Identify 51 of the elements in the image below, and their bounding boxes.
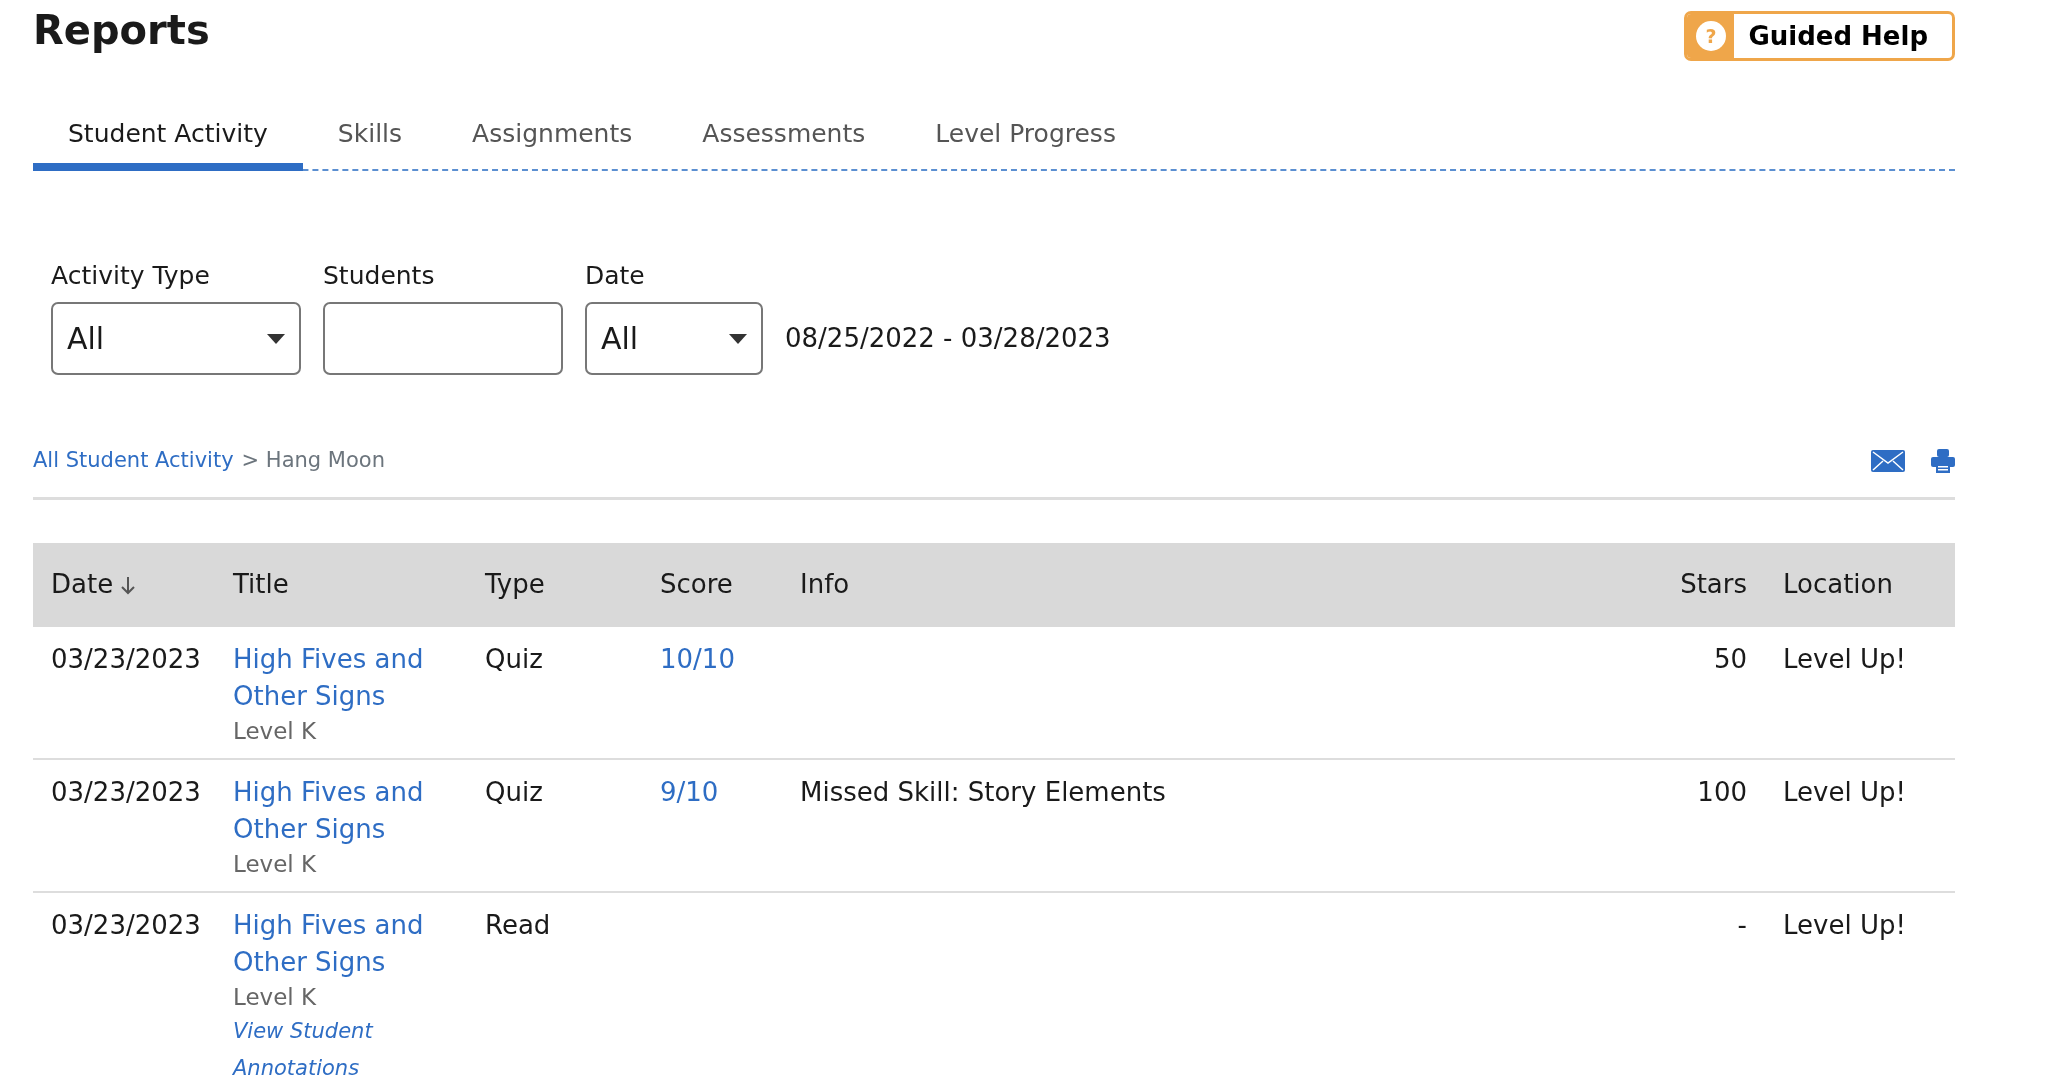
level-text: Level K xyxy=(233,982,318,1012)
table-cell: 03/23/2023 xyxy=(33,891,215,1089)
annotations-link[interactable]: View Student Annotations xyxy=(233,1012,449,1087)
breadcrumb-current: > Hang Moon xyxy=(241,447,385,474)
tab[interactable]: Student Activity xyxy=(33,105,303,171)
title-link[interactable]: High Fives and Other Signs xyxy=(233,640,449,715)
column-header: Stars xyxy=(1661,542,1765,627)
filter-label: Activity Type xyxy=(51,259,211,292)
table-cell: Quiz xyxy=(467,626,642,759)
date-range: 08/25/2022 - 03/28/2023 xyxy=(785,322,1111,355)
print-icon[interactable] xyxy=(1931,448,1955,473)
filter-label: Students xyxy=(323,259,436,292)
breadcrumb-link[interactable]: All Student Activity xyxy=(33,445,234,477)
table-cell: 100 xyxy=(1661,758,1765,892)
tab[interactable]: Assignments xyxy=(437,105,668,171)
question-icon: ? xyxy=(1695,21,1726,51)
sort-arrow-down-icon xyxy=(121,576,136,595)
email-icon[interactable] xyxy=(1871,449,1905,472)
column-header[interactable]: Date xyxy=(33,542,215,627)
column-header: Info xyxy=(782,542,1661,627)
table-cell: Read xyxy=(467,891,642,1089)
title-link[interactable]: High Fives and Other Signs xyxy=(233,906,449,981)
info-text: Missed Skill: Story Elements xyxy=(800,776,1166,807)
table-cell: Level Up! xyxy=(1765,891,1955,1089)
score-link[interactable]: 9/10 xyxy=(660,776,719,807)
dropdown[interactable]: All xyxy=(51,302,301,375)
table-cell: 03/23/2023 xyxy=(33,626,215,759)
table-cell: 03/23/2023 xyxy=(33,758,215,892)
dropdown[interactable]: All xyxy=(585,302,763,375)
filter-label: Date xyxy=(585,259,646,292)
table-cell: Level Up! xyxy=(1765,758,1955,892)
level-text: Level K xyxy=(233,849,318,879)
table-cell: Level Up! xyxy=(1765,626,1955,759)
level-text: Level K xyxy=(233,716,318,746)
guided-help-button[interactable]: ? Guided Help xyxy=(1684,11,1955,61)
tab[interactable]: Level Progress xyxy=(900,105,1151,171)
table-cell: 50 xyxy=(1661,626,1765,759)
score-link[interactable]: 10/10 xyxy=(660,643,735,674)
page-title: Reports xyxy=(33,6,210,54)
dropdown-caret-icon xyxy=(267,333,285,344)
column-header: Title xyxy=(215,542,467,627)
text-field[interactable] xyxy=(323,302,563,375)
title-link[interactable]: High Fives and Other Signs xyxy=(233,773,449,848)
column-header: Location xyxy=(1765,542,1955,627)
column-header: Type xyxy=(467,542,642,627)
tab[interactable]: Assessments xyxy=(667,105,901,171)
table-cell: Quiz xyxy=(467,758,642,892)
column-header: Score xyxy=(642,542,782,627)
dropdown-caret-icon xyxy=(729,333,747,344)
table-cell: - xyxy=(1661,891,1765,1089)
tab[interactable]: Skills xyxy=(302,105,438,171)
